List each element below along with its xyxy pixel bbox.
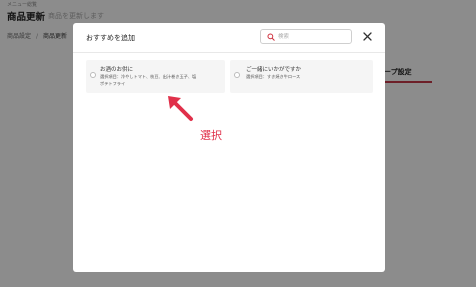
search-icon: [267, 33, 275, 41]
option-radio[interactable]: [90, 72, 96, 78]
select-annotation-label: 選択: [200, 129, 222, 142]
option-title: ご一緒にいかがですか: [246, 67, 302, 73]
modal-header: おすすめを追加: [73, 23, 385, 53]
add-recommendation-modal: おすすめを追加 お酒のお供に 選択項目：冷やしトマト、枝豆、出汁巻き玉子、塩 ポ…: [73, 23, 385, 272]
option-items: 選択項目：冷やしトマト、枝豆、出汁巻き玉子、塩: [100, 74, 197, 79]
recommendation-option-card[interactable]: ご一緒にいかがですか 選択項目：すき焼き牛ロース: [230, 60, 373, 93]
option-title: お酒のお供に: [100, 67, 134, 73]
search-input[interactable]: [278, 30, 348, 43]
pointer-arrow-annotation: [168, 96, 193, 121]
option-radio[interactable]: [234, 72, 240, 78]
search-box[interactable]: [260, 29, 352, 44]
close-icon[interactable]: [362, 31, 373, 42]
recommendation-option-card[interactable]: お酒のお供に 選択項目：冷やしトマト、枝豆、出汁巻き玉子、塩 ポテトフライ: [86, 60, 225, 93]
modal-title: おすすめを追加: [86, 34, 135, 42]
option-items-continued: ポテトフライ: [100, 81, 126, 86]
option-items: 選択項目：すき焼き牛ロース: [246, 74, 301, 79]
